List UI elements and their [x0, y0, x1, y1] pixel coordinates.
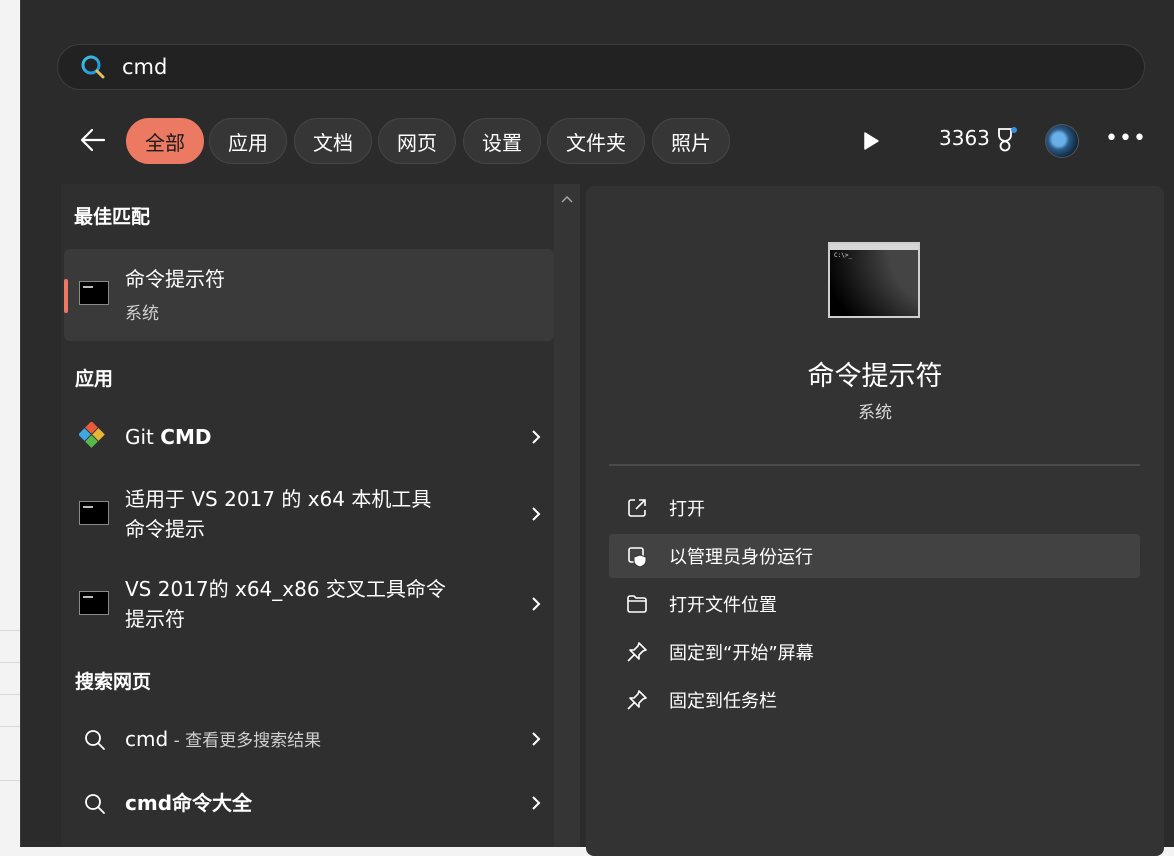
search-input[interactable]: [120, 54, 1024, 80]
more-icon[interactable]: •••: [1105, 126, 1147, 151]
app-name-line2: 命令提示: [125, 517, 205, 541]
app-name-line1: VS 2017的 x64_x86 交叉工具命令: [125, 577, 446, 601]
action-label: 打开: [669, 499, 705, 520]
result-type: 系统: [125, 304, 159, 324]
app-name-line2: 提示符: [125, 607, 185, 631]
filter-settings[interactable]: 设置: [463, 118, 541, 164]
best-match-result[interactable]: 命令提示符 系统: [64, 249, 554, 341]
open-external-icon: [628, 499, 646, 517]
chevron-right-icon[interactable]: [529, 505, 543, 523]
filter-folders[interactable]: 文件夹: [547, 118, 645, 164]
git-cmd-icon: [79, 422, 105, 448]
play-icon[interactable]: [859, 128, 883, 154]
start-search-panel: 全部 应用 文档 网页 设置 文件夹 照片 3363 ••• 最佳匹配 命令提示…: [20, 0, 1174, 856]
action-open-file-location[interactable]: 打开文件位置: [609, 582, 1140, 626]
web-result-cmd[interactable]: cmd - 查看更多搜索结果: [64, 712, 554, 768]
filter-documents[interactable]: 文档: [294, 118, 372, 164]
user-avatar[interactable]: [1045, 124, 1079, 158]
action-label: 固定到任务栏: [669, 691, 777, 712]
app-result-git-cmd[interactable]: Git CMD: [64, 410, 554, 466]
filter-web[interactable]: 网页: [378, 118, 456, 164]
selection-indicator: [64, 279, 68, 313]
app-result-vs2017-x64-x86-cross[interactable]: VS 2017的 x64_x86 交叉工具命令 提示符: [64, 566, 554, 644]
chevron-right-icon[interactable]: [529, 428, 543, 446]
result-name: 命令提示符: [125, 267, 225, 291]
search-icon: [81, 55, 105, 79]
filter-all[interactable]: 全部: [126, 118, 204, 164]
action-pin-to-taskbar[interactable]: 固定到任务栏: [609, 678, 1140, 722]
detail-subtitle: 系统: [858, 403, 892, 423]
pin-icon: [627, 690, 647, 710]
action-label: 以管理员身份运行: [669, 547, 813, 568]
rewards-trophy-icon[interactable]: [993, 126, 1019, 154]
rewards-points[interactable]: 3363: [939, 126, 990, 150]
filter-photos[interactable]: 照片: [652, 118, 730, 164]
app-name-line1: 适用于 VS 2017 的 x64 本机工具: [125, 487, 432, 511]
search-box[interactable]: [57, 44, 1145, 90]
action-pin-to-start[interactable]: 固定到“开始”屏幕: [609, 630, 1140, 674]
action-open[interactable]: 打开: [609, 486, 1140, 530]
action-label: 打开文件位置: [669, 595, 777, 616]
web-search-text: cmd - 查看更多搜索结果: [125, 727, 322, 751]
back-arrow-icon[interactable]: [76, 123, 110, 157]
web-search-heading: 搜索网页: [75, 671, 152, 693]
chevron-right-icon[interactable]: [529, 794, 543, 812]
admin-shield-icon: [628, 547, 647, 568]
detail-pane: C:\>_ 命令提示符 系统 打开 以管理员身份运行 打开文件位置 固定到“开始…: [586, 186, 1164, 856]
divider: [609, 464, 1140, 466]
action-run-as-admin[interactable]: 以管理员身份运行: [609, 534, 1140, 578]
chevron-right-icon[interactable]: [529, 730, 543, 748]
results-scrollbar[interactable]: [554, 184, 580, 847]
command-prompt-icon: [79, 591, 109, 615]
app-name: Git CMD: [125, 425, 212, 449]
detail-title: 命令提示符: [807, 361, 943, 392]
web-search-text: cmd命令大全: [125, 791, 253, 815]
action-label: 固定到“开始”屏幕: [669, 643, 814, 664]
search-icon: [85, 730, 105, 750]
folder-icon: [627, 595, 647, 613]
chevron-right-icon[interactable]: [529, 595, 543, 613]
filter-apps[interactable]: 应用: [209, 118, 287, 164]
command-prompt-icon: [79, 281, 109, 305]
scroll-up-icon[interactable]: [559, 192, 575, 206]
app-result-vs2017-x64-native[interactable]: 适用于 VS 2017 的 x64 本机工具 命令提示: [64, 476, 554, 554]
apps-heading: 应用: [75, 368, 114, 390]
best-match-heading: 最佳匹配: [74, 206, 151, 228]
pin-icon: [627, 642, 647, 662]
web-result-cmd-commands[interactable]: cmd命令大全: [64, 776, 554, 832]
results-list: 最佳匹配 命令提示符 系统 应用 Git CMD 适用于 VS 2017 的 x…: [61, 184, 554, 847]
search-icon: [85, 794, 105, 814]
command-prompt-large-icon: C:\>_: [828, 242, 920, 318]
command-prompt-icon: [79, 501, 109, 525]
